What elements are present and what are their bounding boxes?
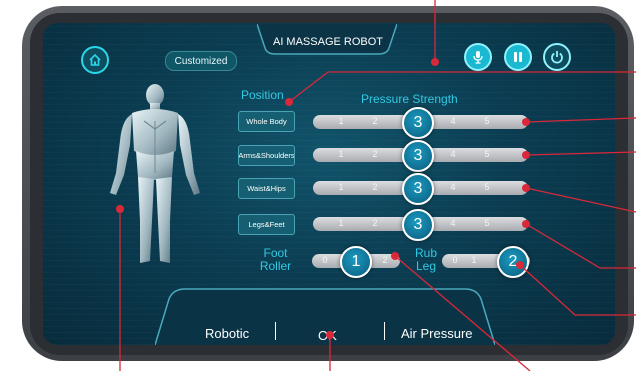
callout-lines [116,0,636,371]
